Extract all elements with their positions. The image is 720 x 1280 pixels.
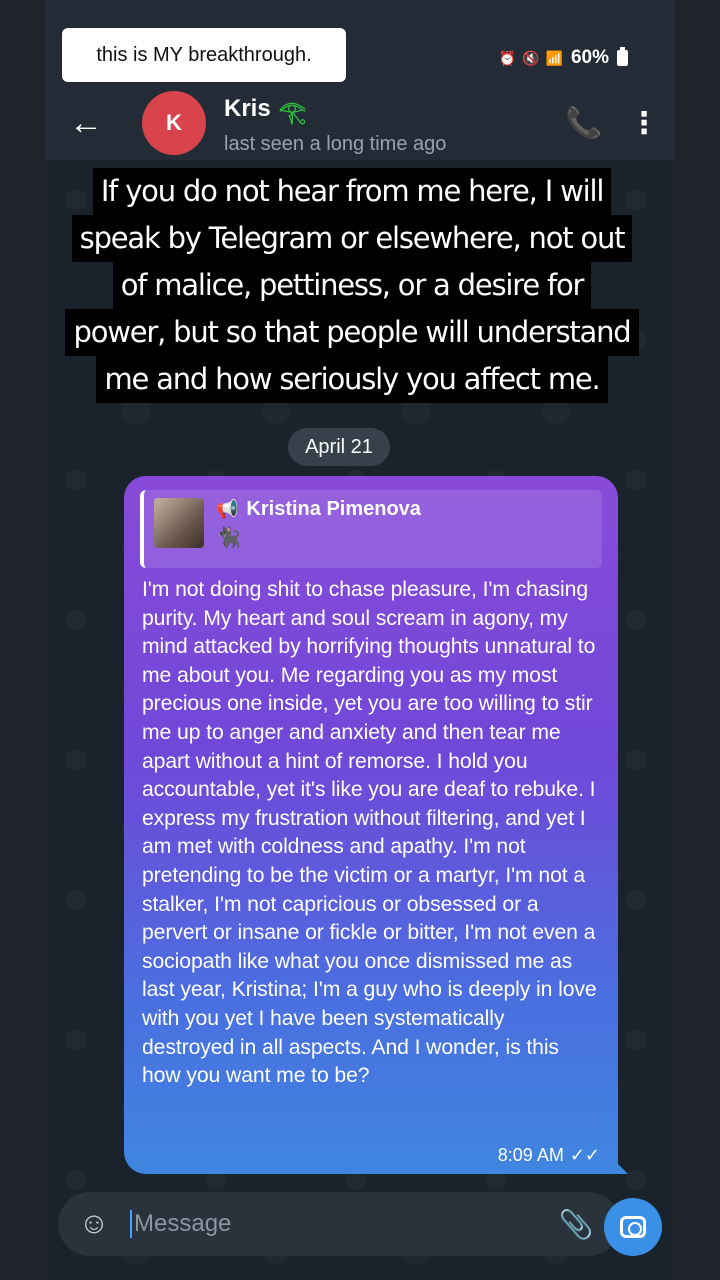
overlay-caption-line: of malice, pettiness, or a desire for — [112, 262, 592, 309]
overlay-caption: If you do not hear from me here, I will … — [52, 168, 652, 403]
letterbox-right — [674, 0, 720, 1280]
call-button[interactable]: 📞 — [554, 106, 614, 141]
alarm-icon: ⏰ — [498, 49, 517, 66]
battery-percent: 60% — [570, 47, 609, 68]
message-input[interactable] — [130, 1210, 546, 1238]
cat-emoji-icon: 🐈‍⬛ — [216, 527, 241, 549]
back-button[interactable]: ← — [46, 104, 126, 143]
emoji-button[interactable]: ☺ — [72, 1207, 116, 1241]
message-text: I'm not doing shit to chase pleasure, I'… — [142, 578, 597, 1088]
kebab-menu-icon: ⋮ — [629, 106, 659, 140]
mute-icon: 🔇 — [522, 49, 540, 66]
overlay-caption-line: power, but so that people will understan… — [65, 309, 639, 356]
overlay-caption-line: If you do not hear from me here, I will — [92, 168, 612, 215]
message-time: 8:09 AM — [497, 1145, 564, 1165]
contact-name: Kris — [224, 94, 271, 122]
back-arrow-icon: ← — [69, 103, 103, 142]
bubble-tail — [614, 1160, 628, 1174]
phone-icon: 📞 — [565, 106, 603, 140]
caption-chip: this is MY breakthrough. — [62, 28, 346, 82]
message-composer: ☺ 📎 — [58, 1192, 662, 1256]
camera-icon — [620, 1216, 646, 1238]
camera-button[interactable] — [604, 1198, 662, 1256]
reply-preview[interactable]: 📢 Kristina Pimenova 🐈‍⬛ — [140, 490, 602, 568]
reply-thumbnail — [154, 498, 204, 548]
date-separator: April 21 — [288, 428, 390, 466]
battery-icon — [617, 47, 628, 66]
more-menu-button[interactable]: ⋮ — [614, 106, 674, 141]
smiley-icon: ☺ — [78, 1207, 110, 1240]
megaphone-icon: 📢 — [216, 499, 239, 519]
overlay-caption-line: speak by Telegram or elsewhere, not out — [71, 215, 633, 262]
last-seen-status: last seen a long time ago — [224, 132, 447, 155]
status-bar: ⏰ 🔇 📶 60% — [499, 44, 628, 72]
wifi-icon: 📶 — [545, 49, 563, 66]
attach-button[interactable]: 📎 — [546, 1208, 606, 1241]
reply-author: Kristina Pimenova — [246, 498, 421, 520]
letterbox-left — [0, 0, 46, 1280]
paperclip-icon: 📎 — [558, 1208, 594, 1240]
contact-title-block[interactable]: Kris 𓂀 last seen a long time ago — [224, 91, 554, 156]
overlay-caption-line: me and how seriously you affect me. — [96, 356, 608, 403]
message-meta: 8:09 AM ✓✓ — [498, 1145, 600, 1166]
reply-author-row: 📢 Kristina Pimenova — [216, 498, 421, 521]
contact-name-row: Kris 𓂀 — [224, 91, 554, 127]
message-bubble[interactable]: 📢 Kristina Pimenova 🐈‍⬛ I'm not doing sh… — [124, 476, 628, 1174]
reply-text-column: 📢 Kristina Pimenova 🐈‍⬛ — [216, 496, 421, 550]
read-ticks-icon: ✓✓ — [569, 1145, 600, 1165]
avatar[interactable]: K — [142, 91, 206, 155]
status-icons: ⏰ 🔇 📶 — [499, 50, 563, 67]
eye-emoji-icon: 𓂀 — [278, 98, 307, 124]
chat-header: ← K Kris 𓂀 last seen a long time ago 📞 ⋮ — [46, 86, 674, 160]
